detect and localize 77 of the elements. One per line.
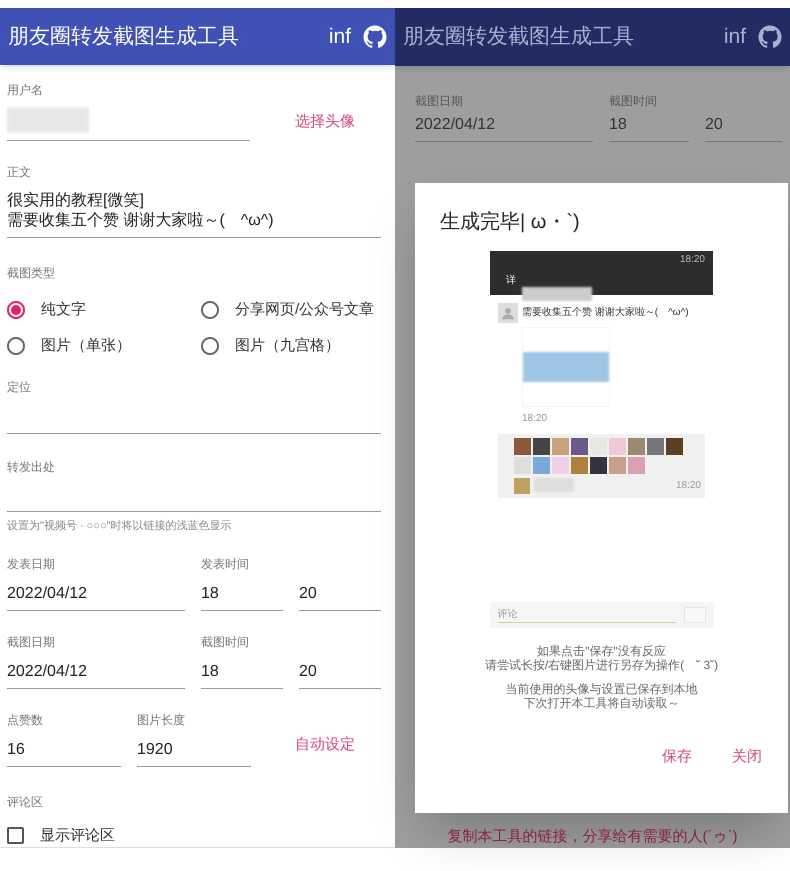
note-text: 下次打开本工具将自动读取～ [524,696,680,710]
liker-avatar [571,438,588,455]
date-field[interactable]: 2022/04/12 [7,580,185,610]
dialog-title: 生成完毕| ω・`) [440,210,581,235]
field-label: 截图时间 [609,93,658,110]
field-label: 发表日期 [7,556,56,572]
liker-avatar [533,457,550,474]
liker-avatar [571,457,588,474]
app-title: 朋友圈转发截图生成工具 [403,24,635,50]
field-label: 截图时间 [201,634,250,650]
likes-field[interactable]: 16 [7,736,121,766]
liker-avatar [609,457,626,474]
minute-field[interactable]: 20 [299,658,381,688]
dialog-button[interactable]: 保存 [662,746,692,768]
body-line: 很实用的教程[微笑] [7,191,145,211]
checkbox[interactable] [7,827,24,844]
avatar-placeholder [498,303,518,323]
post-time: 18:20 [522,412,548,426]
liker-avatar [666,438,683,455]
liker-avatar [552,457,569,474]
post-text: 需要收集五个赞 谢谢大家啦～( ^ω^) [522,307,689,319]
field-label: 定位 [7,379,32,396]
liker-avatar [628,457,645,474]
radio-label: 图片（九宫格） [235,336,340,356]
field-label: 图片长度 [137,712,186,728]
hour-field[interactable]: 18 [201,658,283,688]
image-length-field[interactable]: 1920 [137,736,251,766]
blurred-name-placeholder [522,287,592,301]
comment-time: 18:20 [676,479,701,493]
liker-avatar [609,438,626,455]
radio-button[interactable] [201,301,219,319]
info-link[interactable]: inf [328,20,351,52]
radio-button[interactable] [7,337,25,355]
liker-avatar [647,438,664,455]
hour-field[interactable]: 18 [201,580,283,610]
liker-avatar [514,438,531,455]
liker-avatar [533,438,550,455]
hour-field[interactable]: 18 [609,114,689,142]
liker-avatar [590,457,607,474]
status-time: 18:20 [680,255,705,265]
info-link[interactable]: inf [724,21,746,53]
checkbox-label: 显示评论区 [40,826,115,846]
share-text: 复制本工具的链接，分享给有需要的人(´ゥ`) [446,827,738,847]
github-icon[interactable] [758,25,782,49]
note-text: 请尝试长按/右键图片进行另存为操作( ˘ 3˘) [484,658,718,672]
radio-label: 分享网页/公众号文章 [235,300,374,320]
github-icon[interactable] [363,24,387,48]
note-text: 如果点击"保存"没有反应 [537,644,666,658]
dialog-button[interactable]: 关闭 [732,746,762,768]
field-label: 点赞数 [7,712,44,728]
helper-text: 设置为"视频号 · ○○○"时将以链接的浅蓝色显示 [7,518,233,534]
choose-avatar-button[interactable]: 选择头像 [295,110,355,133]
field-label: 截图类型 [7,265,56,282]
preview-header-title: 详 [506,274,517,288]
body-line: 需要收集五个赞 谢谢大家啦～( ^ω^) [7,211,275,231]
liker-avatar [552,438,569,455]
liker-avatar [628,438,645,455]
field-label: 截图日期 [415,93,464,110]
field-label: 正文 [7,164,32,181]
radio-button[interactable] [7,301,25,319]
date-field[interactable]: 2022/04/12 [415,114,593,142]
radio-label: 纯文字 [41,300,86,320]
minute-field[interactable]: 20 [299,580,381,610]
field-label: 转发出处 [7,459,56,476]
body-field[interactable]: 很实用的教程[微笑] 需要收集五个赞 谢谢大家啦～( ^ω^) [7,191,381,238]
field-label: 发表时间 [201,556,250,572]
radio-label: 图片（单张） [41,336,131,356]
minute-field[interactable]: 20 [705,114,782,142]
note-text: 当前使用的头像与设置已保存到本地 [506,682,698,696]
commenter-avatar [514,478,530,494]
field-label: 用户名 [7,82,44,99]
date-field[interactable]: 2022/04/12 [7,658,185,688]
field-label: 截图日期 [7,634,56,650]
auto-set-button[interactable]: 自动设定 [295,734,355,756]
field-label: 评论区 [7,794,44,810]
app-title: 朋友圈转发截图生成工具 [8,24,240,50]
radio-button[interactable] [201,337,219,355]
